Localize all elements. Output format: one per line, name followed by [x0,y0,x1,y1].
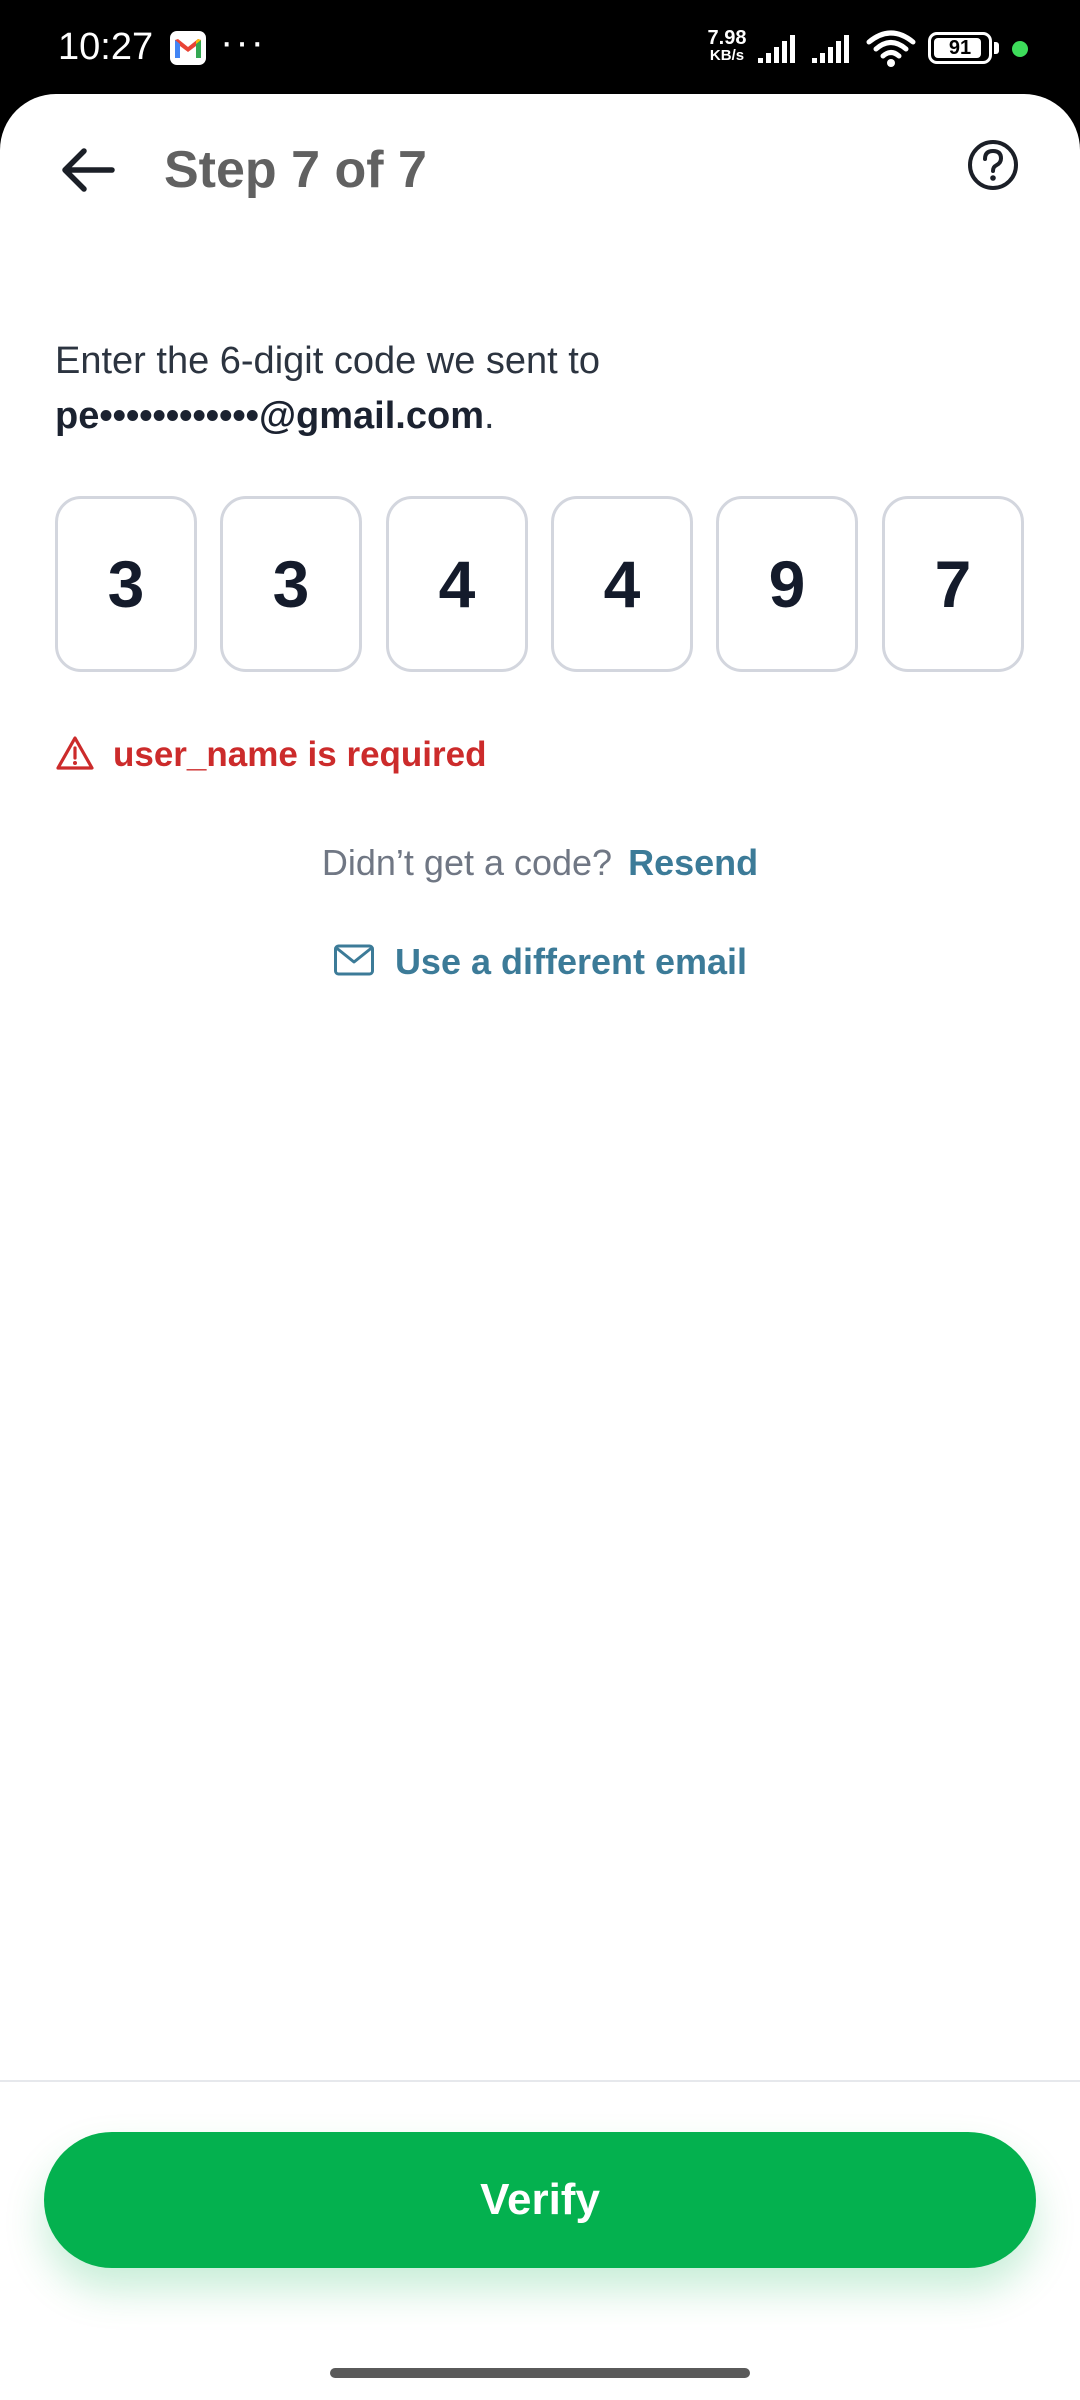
wifi-icon [866,30,916,68]
code-digit-box[interactable]: 3 [220,496,362,672]
footer-divider [0,2080,1080,2082]
resend-link[interactable]: Resend [628,842,758,883]
code-digit-box[interactable]: 3 [55,496,197,672]
page-title: Step 7 of 7 [164,141,427,199]
more-dots-icon: ··· [220,20,266,64]
warning-triangle-icon [55,735,95,776]
gmail-icon [170,31,206,65]
network-speed: 7.98 KB/s [700,27,754,64]
instructions-prefix: Enter the 6-digit code we sent to [55,340,600,382]
resend-row: Didn’t get a code? Resend [0,838,1080,888]
home-indicator[interactable] [330,2368,750,2378]
mail-icon [333,943,375,982]
verify-button[interactable]: Verify [44,2132,1036,2268]
battery-level: 91 [948,37,972,59]
error-message: user_name is required [55,730,487,780]
help-button[interactable] [958,132,1028,202]
instructions-suffix: . [483,395,495,437]
code-digit-box[interactable]: 9 [716,496,858,672]
code-digit-box[interactable]: 4 [551,496,693,672]
masked-email: pe••••••••••••@gmail.com [55,395,484,437]
signal-icon [756,33,802,65]
verification-sheet: Step 7 of 7 Enter the 6-digit code we se… [0,94,1080,2400]
code-digit-box[interactable]: 4 [386,496,528,672]
status-time: 10:27 [58,26,154,68]
battery-tip [994,42,999,54]
use-different-email-link[interactable]: Use a different email [0,934,1080,990]
resend-prompt: Didn’t get a code? [321,842,613,883]
error-text: user_name is required [113,735,487,774]
status-bar: 10:27 ··· 7.98 KB/s 91 [0,0,1080,96]
battery-icon: 91 [928,32,992,64]
code-digit-box[interactable]: 7 [882,496,1024,672]
signal-icon [810,33,856,65]
code-input-row: 3 3 4 4 9 7 [55,496,1025,672]
header: Step 7 of 7 [0,94,1080,244]
verify-button-label: Verify [480,2175,600,2224]
use-different-email-label: Use a different email [394,941,748,982]
instructions-text: Enter the 6-digit code we sent to pe••••… [55,334,1015,444]
back-button[interactable] [48,132,128,212]
network-speed-value: 7.98 [707,27,747,49]
question-circle-icon [966,138,1020,197]
network-speed-unit: KB/s [709,47,745,64]
privacy-indicator-dot [1012,41,1028,57]
arrow-left-icon [60,146,116,199]
